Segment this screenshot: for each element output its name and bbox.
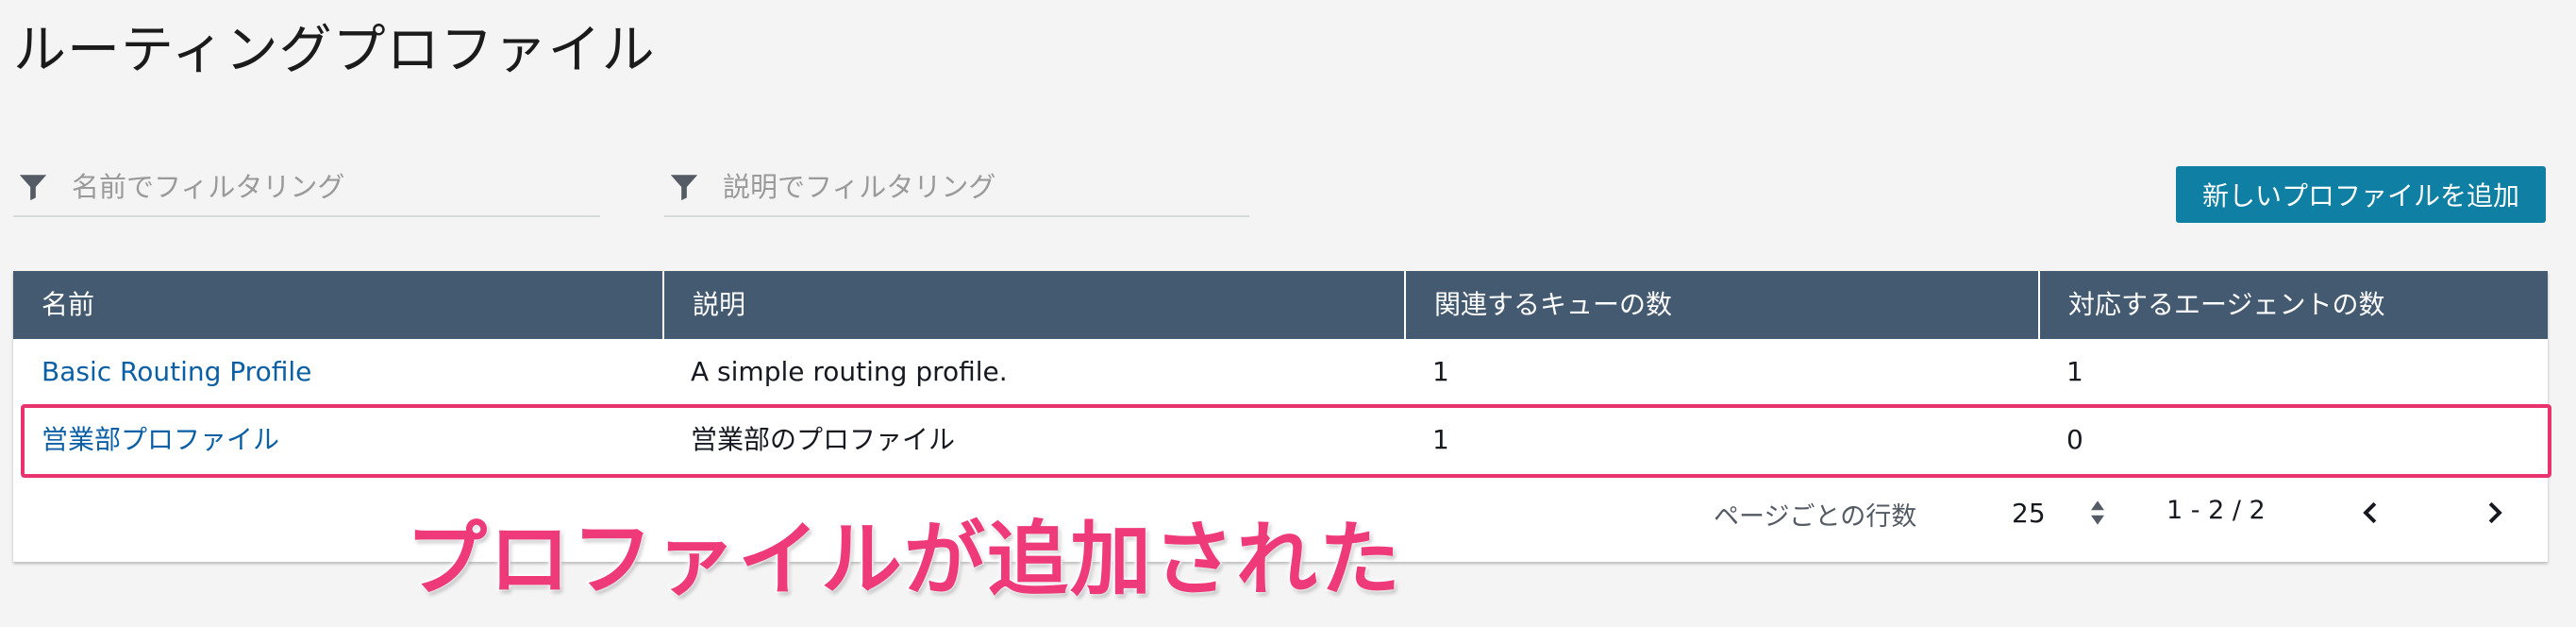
description-filter-input[interactable] (723, 171, 1213, 203)
table-header: 名前 説明 関連するキューの数 対応するエージェントの数 (13, 271, 2548, 339)
rows-per-page-label: ページごとの行数 (1714, 502, 1917, 532)
next-page-button[interactable] (2474, 488, 2516, 537)
description-filter[interactable] (664, 159, 1249, 217)
agent-count: 1 (2066, 356, 2083, 387)
column-header-description[interactable]: 説明 (662, 271, 1404, 339)
add-profile-button[interactable]: 新しいプロファイルを追加 (2176, 166, 2546, 223)
profile-name-link[interactable]: Basic Routing Profile (13, 339, 662, 405)
profile-name-link[interactable]: 営業部プロファイル (13, 407, 662, 473)
page-title: ルーティングプロファイル (13, 20, 656, 81)
rows-per-page-select[interactable]: 25 (1991, 492, 2123, 534)
column-header-name[interactable]: 名前 (13, 271, 662, 339)
previous-page-button[interactable] (2350, 488, 2391, 537)
rows-per-page-value: 25 (2012, 497, 2046, 529)
sort-arrows-icon (2089, 500, 2106, 526)
profile-description: 営業部のプロファイル (691, 424, 956, 455)
column-header-queue-count[interactable]: 関連するキューの数 (1404, 271, 2038, 339)
queue-count: 1 (1432, 424, 1449, 455)
filter-icon (668, 171, 700, 203)
table-row: Basic Routing Profile A simple routing p… (13, 339, 2548, 405)
filter-icon (17, 171, 49, 203)
name-filter-input[interactable] (72, 171, 562, 203)
chevron-left-icon (2363, 501, 2377, 524)
column-header-agent-count[interactable]: 対応するエージェントの数 (2038, 271, 2548, 339)
chevron-right-icon (2488, 501, 2502, 524)
table-row: 営業部プロファイル 営業部のプロファイル 1 0 (13, 407, 2548, 473)
queue-count: 1 (1432, 356, 1449, 387)
page-range: 1 - 2 / 2 (2166, 496, 2266, 525)
annotation-caption: プロファイルが追加された (405, 512, 1402, 609)
profile-description: A simple routing profile. (691, 356, 1008, 387)
name-filter[interactable] (13, 159, 600, 217)
agent-count: 0 (2066, 424, 2083, 455)
